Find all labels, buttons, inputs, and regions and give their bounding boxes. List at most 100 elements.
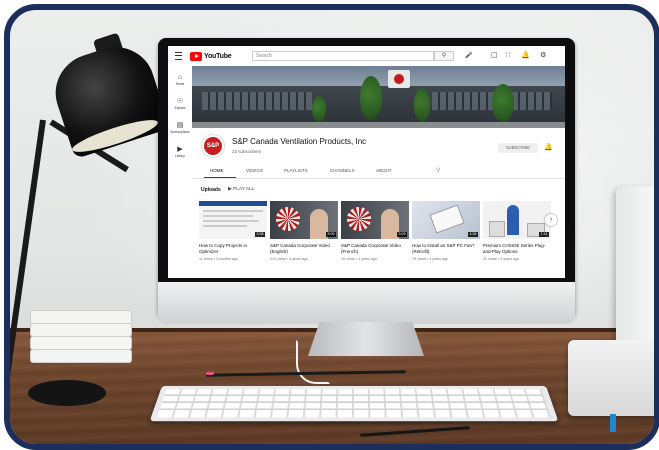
subscriber-count: 22 subscribers xyxy=(232,149,262,154)
company-sign xyxy=(388,70,410,88)
carousel-next-button[interactable]: › xyxy=(545,214,557,226)
active-tab-indicator xyxy=(204,177,236,178)
sidebar-item-subscriptions[interactable]: ▤ Subscriptions xyxy=(168,122,192,134)
thumb-header xyxy=(199,201,267,206)
notifications-bell-icon[interactable]: 🔔 xyxy=(521,51,530,59)
fan-unit xyxy=(429,204,465,234)
video-thumbnail[interactable]: 3:09 xyxy=(270,201,338,239)
video-title[interactable]: S&P Canada Corporate Video (French) xyxy=(341,243,409,255)
settings-gear-icon[interactable]: ⚙ xyxy=(540,51,546,59)
thumb-text-line xyxy=(203,215,253,217)
hamburger-menu-icon[interactable] xyxy=(175,52,182,60)
book xyxy=(30,310,132,324)
monitor-screen: YouTube Search ⚲ 🎤 ▢ ∷ 🔔 ⚙ ⌂ Home ☉ Expl… xyxy=(168,46,565,278)
video-duration: 3:09 xyxy=(326,232,336,237)
video-duration: 4:26 xyxy=(468,232,478,237)
keyboard xyxy=(149,385,559,422)
notebook xyxy=(568,340,654,416)
channel-avatar[interactable]: S&P xyxy=(201,134,225,158)
key-row-gap xyxy=(162,401,546,403)
channel-bell-icon[interactable]: 🔔 xyxy=(544,143,553,151)
subscriptions-icon: ▤ xyxy=(176,122,184,129)
microphone-icon[interactable]: 🎤 xyxy=(465,52,472,59)
youtube-header: YouTube Search ⚲ 🎤 ▢ ∷ 🔔 ⚙ xyxy=(168,46,565,67)
video-title[interactable]: How to Install an S&P PC Fan? (Retrofit) xyxy=(412,243,480,255)
library-icon: ▶ xyxy=(177,146,183,153)
thumb-text-line xyxy=(203,220,259,222)
book-stack xyxy=(30,310,132,376)
youtube-play-icon xyxy=(190,51,202,61)
apps-grid-icon[interactable]: ∷ xyxy=(506,51,510,59)
pencil-eraser xyxy=(205,371,215,376)
notebook-bookmark xyxy=(610,414,616,432)
video-meta: 214 views • 4 years ago xyxy=(270,257,309,261)
sidebar-item-explore[interactable]: ☉ Explore xyxy=(168,98,192,110)
sidebar-label: Home xyxy=(175,82,185,86)
sidebar-item-home[interactable]: ⌂ Home xyxy=(168,74,192,86)
play-all-button[interactable]: ▶ PLAY ALL xyxy=(228,187,254,192)
video-duration: 3:09 xyxy=(397,232,407,237)
video-title[interactable]: How to Copy Projects in Optimizer xyxy=(199,243,267,255)
youtube-sidebar: ⌂ Home ☉ Explore ▤ Subscriptions ▶ Libra… xyxy=(168,66,192,278)
lamp-base xyxy=(28,380,106,406)
create-video-icon[interactable]: ▢ xyxy=(491,51,498,59)
channel-tabs: HOME VIDEOS PLAYLISTS CHANNELS ABOUT ⚲ xyxy=(192,166,565,179)
youtube-logo[interactable]: YouTube xyxy=(190,51,232,61)
tab-playlists[interactable]: PLAYLISTS xyxy=(284,168,308,173)
video-meta: 32 views • 4 years ago xyxy=(483,257,520,261)
key-row-gap xyxy=(159,408,549,411)
tab-channels[interactable]: CHANNELS xyxy=(330,168,355,173)
video-card[interactable]: 1:11 Premium CHSIOE Series Plug-and-Play… xyxy=(483,201,551,261)
book xyxy=(30,323,132,337)
channel-banner xyxy=(192,66,565,128)
sidebar-label: Library xyxy=(175,154,185,158)
video-card[interactable]: 3:38 How to Copy Projects in Optimizer 1… xyxy=(199,201,267,261)
thumb-text-line xyxy=(203,225,247,227)
explore-icon: ☉ xyxy=(176,98,184,105)
video-meta: 78 views • 4 years ago xyxy=(412,257,449,261)
photo-frame: YouTube Search ⚲ 🎤 ▢ ∷ 🔔 ⚙ ⌂ Home ☉ Expl… xyxy=(4,4,659,450)
search-input[interactable]: Search xyxy=(252,51,434,61)
youtube-wordmark: YouTube xyxy=(204,52,232,60)
tree xyxy=(414,88,430,122)
search-button[interactable]: ⚲ xyxy=(434,51,454,61)
tablet-stand xyxy=(616,186,654,362)
chevron-right-icon: › xyxy=(549,216,553,223)
product-box xyxy=(489,221,505,237)
video-thumbnail[interactable]: 1:11 xyxy=(483,201,551,239)
video-duration: 3:38 xyxy=(255,232,265,237)
video-meta: 16 views • 4 years ago xyxy=(341,257,378,261)
uploads-heading[interactable]: Uploads xyxy=(201,187,221,193)
book xyxy=(30,336,132,350)
building-windows xyxy=(202,92,312,110)
tree xyxy=(312,96,326,122)
cable xyxy=(296,340,330,384)
channel-name: S&P Canada Ventilation Products, Inc xyxy=(232,137,367,146)
sidebar-item-library[interactable]: ▶ Library xyxy=(168,146,192,158)
tab-about[interactable]: ABOUT xyxy=(376,168,392,173)
video-card[interactable]: 3:09 S&P Canada Corporate Video (English… xyxy=(270,201,338,261)
video-thumbnail[interactable]: 3:09 xyxy=(341,201,409,239)
video-thumbnail[interactable]: 4:26 xyxy=(412,201,480,239)
key-row-gap xyxy=(164,394,544,397)
fan-graphic xyxy=(347,207,371,231)
monitor-chin xyxy=(158,282,575,324)
video-title[interactable]: Premium CHSIOE Series Plug-and-Play Opti… xyxy=(483,243,551,255)
parking-lot xyxy=(192,122,565,128)
presenter xyxy=(507,205,519,235)
video-thumbnail[interactable]: 3:38 xyxy=(199,201,267,239)
sidebar-label: Explore xyxy=(174,106,186,110)
tree xyxy=(492,84,514,122)
video-duration: 1:11 xyxy=(539,232,549,237)
tab-videos[interactable]: VIDEOS xyxy=(246,168,263,173)
fan-graphic xyxy=(276,207,300,231)
home-icon: ⌂ xyxy=(177,74,183,81)
channel-search-icon[interactable]: ⚲ xyxy=(436,167,440,174)
video-card[interactable]: 4:26 How to Install an S&P PC Fan? (Retr… xyxy=(412,201,480,261)
channel-logo: S&P xyxy=(204,137,222,155)
tab-home[interactable]: HOME xyxy=(210,168,224,173)
video-title[interactable]: S&P Canada Corporate Video (English) xyxy=(270,243,338,255)
thumb-text-line xyxy=(203,210,263,212)
subscribe-button[interactable]: SUBSCRIBE xyxy=(498,143,538,153)
video-card[interactable]: 3:09 S&P Canada Corporate Video (French)… xyxy=(341,201,409,261)
